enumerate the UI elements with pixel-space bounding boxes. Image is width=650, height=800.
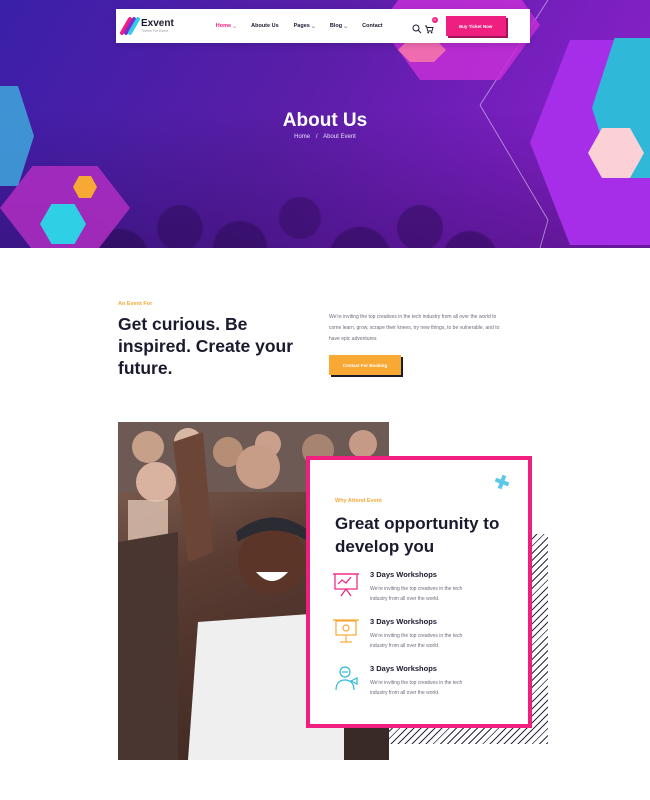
feature-item: 3 Days Workshops We're inviting the top … — [332, 617, 522, 661]
menu-item-label: Aboute Us — [251, 23, 279, 29]
why-attend-card: Why Attend Event Great opportunity to de… — [306, 456, 532, 728]
cart-icon[interactable]: 0 — [424, 17, 438, 34]
brand-tagline: Theme For Event — [141, 29, 169, 33]
menu-item-blog[interactable]: Blog ⌵ — [330, 23, 347, 29]
breadcrumb-separator: / — [315, 134, 318, 140]
logo[interactable]: Exvent Theme For Event — [119, 15, 174, 37]
feature-description: We're inviting the top creatives in the … — [370, 633, 463, 649]
main-menu: Home ⌵ Aboute Us Pages ⌵ Blog ⌵ Contact — [216, 23, 398, 29]
feature-title: 3 Days Workshops — [370, 617, 437, 626]
speaker-person-icon — [335, 666, 358, 691]
feature-item: 3 Days Workshops We're inviting the top … — [332, 570, 522, 614]
menu-item-label: Pages — [293, 23, 310, 29]
attend-eyebrow: Why Attend Event — [335, 498, 382, 504]
menu-item-pages[interactable]: Pages ⌵ — [294, 23, 315, 29]
intro-text: We're inviting the top creatives in the … — [329, 314, 500, 342]
breadcrumb-current: About Event — [323, 134, 356, 140]
page-title: About Us — [282, 110, 368, 131]
contact-for-booking-button[interactable]: Contact For Booking — [329, 355, 401, 375]
attend-title: Great opportunity to develop you — [335, 514, 500, 556]
cart-count-badge: 0 — [431, 17, 438, 23]
chevron-down-icon: ⌵ — [344, 23, 348, 29]
cross-decoration-icon — [494, 474, 510, 490]
chevron-down-icon: ⌵ — [233, 23, 237, 29]
breadcrumb: Home / About Event — [0, 134, 650, 140]
menu-item-label: Home — [215, 23, 232, 29]
nav-icons: 0 — [412, 17, 438, 34]
feature-title: 3 Days Workshops — [370, 570, 437, 579]
search-icon[interactable] — [412, 21, 422, 34]
intro-eyebrow: An Event For — [118, 301, 153, 307]
feature-description: We're inviting the top creatives in the … — [370, 586, 463, 602]
brand-name: Exvent — [141, 18, 174, 29]
feature-description: We're inviting the top creatives in the … — [370, 680, 463, 696]
menu-item-about[interactable]: Aboute Us — [251, 23, 279, 29]
buy-ticket-button[interactable]: Buy Ticket Now — [445, 16, 506, 36]
presentation-board-icon — [333, 573, 359, 597]
menu-item-label: Blog — [329, 23, 343, 29]
chevron-down-icon: ⌵ — [311, 23, 315, 29]
logo-mark-icon — [119, 15, 141, 37]
breadcrumb-home-link[interactable]: Home — [294, 134, 310, 140]
feature-item: 3 Days Workshops We're inviting the top … — [332, 664, 522, 708]
menu-item-label: Contact — [362, 23, 383, 29]
feature-title: 3 Days Workshops — [370, 664, 437, 673]
menu-item-home[interactable]: Home ⌵ — [216, 23, 236, 29]
intro-title: Get curious. Be inspired. Create your fu… — [118, 314, 294, 378]
projector-screen-icon — [333, 619, 359, 643]
menu-item-contact[interactable]: Contact — [362, 23, 382, 29]
top-navigation: Exvent Theme For Event Home ⌵ Aboute Us P… — [116, 9, 530, 43]
